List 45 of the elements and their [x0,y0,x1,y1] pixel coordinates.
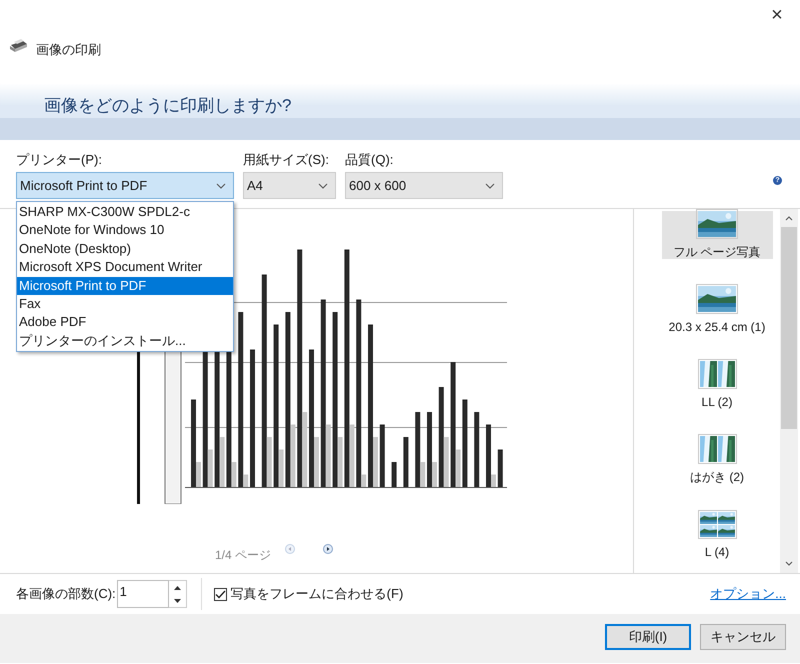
printer-icon [8,38,28,54]
spin-button[interactable] [168,580,187,608]
layout-thumbnail [698,359,736,389]
copies-field[interactable]: 1 [116,580,169,608]
chevron-down-icon [485,182,495,188]
layout-option[interactable]: LL (2) [662,361,772,409]
dropdown-field[interactable]: 600 x 600 [345,172,503,199]
dropdown-option[interactable]: Microsoft Print to PDF [17,276,233,295]
dropdown-option[interactable]: OneNote (Desktop) [17,240,233,258]
layout-option[interactable]: フル ページ写真 [662,211,772,259]
dropdown-option[interactable]: プリンターのインストール... [17,332,233,350]
down-icon [174,598,181,602]
dropdown-option[interactable]: Fax [17,294,233,314]
window-title: 画像の印刷 [36,41,101,59]
layout-option[interactable]: L (4) [662,511,772,559]
field-label: 各画像の部数(C): [16,585,116,604]
page-indicator: 1/4 ページ [215,547,272,564]
dropdown-field[interactable]: Microsoft Print to PDF [16,172,234,199]
dialog-button[interactable]: 印刷(I) [605,624,691,650]
field-label: 品質(Q): [345,151,394,166]
close-button[interactable]: × [754,0,800,30]
dialog-heading: 画像をどのように印刷しますか? [44,94,292,116]
layout-option[interactable]: はがき (2) [662,436,772,484]
scroll-thumb[interactable] [781,227,797,429]
checkbox[interactable] [214,588,227,600]
dropdown-option[interactable]: Adobe PDF [17,313,233,332]
field-label: プリンター(P): [16,151,103,166]
next-page-icon[interactable] [323,544,334,554]
dropdown-option[interactable]: SHARP MX-C300W SPDL2-c [17,203,233,222]
scrollbar[interactable] [780,209,798,573]
layout-thumbnail [698,510,736,538]
chevron-down-icon [216,182,226,188]
layout-thumbnail [696,209,738,239]
layout-option[interactable]: 20.3 x 25.4 cm (1) [662,286,772,334]
dropdown-field[interactable]: A4 [243,172,336,199]
chevron-down-icon [318,182,328,188]
checkbox-label: 写真をフレームに合わせる(F) [230,585,404,604]
up-icon [174,586,181,590]
field-label: 用紙サイズ(S): [243,151,330,166]
dialog-button[interactable]: キャンセル [700,624,786,650]
options-link[interactable]: オプション... [710,584,786,604]
layout-thumbnail [696,284,738,314]
dropdown-option[interactable]: OneNote for Windows 10 [17,221,233,240]
dropdown-option[interactable]: Microsoft XPS Document Writer [17,258,233,277]
layout-thumbnail [698,434,736,464]
